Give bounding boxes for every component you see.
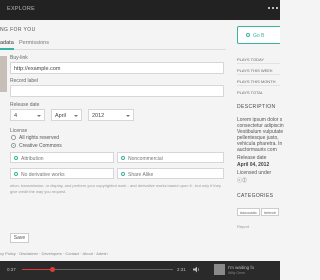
more-menu-icon[interactable] [272,7,274,9]
category-tag[interactable]: #electr [261,208,280,216]
cover-art [0,56,7,92]
description-line: auctormauris com [237,147,277,153]
volume-icon[interactable] [193,266,201,273]
stat-label: PLAYS THIS WEEK [237,68,273,73]
go-back-button[interactable]: Go B [237,26,280,44]
cc-attribution-toggle[interactable]: Attribution [10,152,114,163]
license-option-label: Creative Commons [19,143,62,149]
back-icon [246,33,250,37]
chevron-down-icon [126,115,130,117]
cc-option-label: Attribution [21,156,44,162]
progress-fill [22,269,53,270]
divider [237,74,280,75]
release-date-value: April 04, 2012 [237,162,270,168]
category-tag[interactable]: #acoustic [237,208,260,216]
audio-player: 0:37 2:31 I'm waiting fo Willy Gene [0,261,280,280]
license-creative-commons-radio[interactable]: Creative Commons [11,143,62,149]
buylink-label: Buy-link [10,55,28,61]
license-label: License [10,128,28,134]
check-circle-icon [121,156,125,160]
report-link[interactable]: Report [237,224,249,229]
tab-bar: adata Permissions [0,38,226,50]
categories-heading: CATEGORIES [237,193,274,199]
stat-label: PLAYS TOTAL [237,90,264,95]
release-day-value: 4 [14,113,18,119]
divider [237,63,280,64]
release-day-select[interactable]: 4 [10,109,45,121]
record-label-input[interactable] [10,85,224,97]
stat-label: PLAYS THIS MONTH [237,79,276,84]
description-heading: DESCRIPTION [237,104,276,110]
page-title: NG FOR YOU [0,27,36,33]
stat-label: PLAYS TODAY [237,57,265,62]
now-playing-title: I'm waiting fo [228,265,255,270]
license-all-rights-radio[interactable]: All rights reserved [11,135,60,141]
cc-option-label: No derivative works [21,172,65,178]
progress-bar[interactable] [22,267,173,272]
chevron-down-icon [74,115,78,117]
remaining-time: 2:31 [177,267,186,272]
cc-no-derivatives-toggle[interactable]: No derivative works [10,168,114,179]
radio-icon [11,135,16,140]
release-month-select[interactable]: April [51,109,82,121]
cc-option-label: Share Alike [128,172,154,178]
save-button[interactable]: Save [10,233,29,243]
active-tab-indicator [0,48,14,50]
check-circle-icon [121,172,125,176]
release-month-value: April [55,113,67,119]
record-label-label: Record label [10,78,39,84]
cc-badge-icon: ⓒⓏ [237,178,248,184]
check-circle-icon [14,172,18,176]
now-playing-artist: Willy Gene [228,271,245,275]
license-note: ution, transmission, or display, and per… [10,183,221,194]
track-thumbnail [214,264,225,275]
cc-share-alike-toggle[interactable]: Share Alike [117,168,224,179]
release-year-value: 2012 [92,113,105,119]
licensed-under-label: Licensed under [237,170,272,176]
top-bar: EXPLORE [0,0,280,20]
tab-permissions[interactable]: Permissions [19,40,49,46]
license-option-label: All rights reserved [19,135,60,141]
footer-links[interactable]: cy Policy · Disclaimer · Developers · Co… [0,251,108,256]
chevron-down-icon [37,115,41,117]
tab-metadata[interactable]: adata [0,40,14,46]
buylink-input[interactable]: http://example.com [10,62,224,74]
radio-selected-icon [11,143,16,148]
release-year-select[interactable]: 2012 [88,109,134,121]
release-date-label: Release date [10,102,40,108]
cc-option-label: Noncommercial [128,156,163,162]
release-date-label: Release date [237,155,267,161]
elapsed-time: 0:37 [7,267,16,272]
progress-handle[interactable] [50,267,56,272]
check-circle-icon [14,156,18,160]
divider [237,85,280,86]
go-back-label: Go B [253,33,265,39]
explore-menu[interactable]: EXPLORE [7,6,35,12]
cc-noncommercial-toggle[interactable]: Noncommercial [117,152,224,163]
